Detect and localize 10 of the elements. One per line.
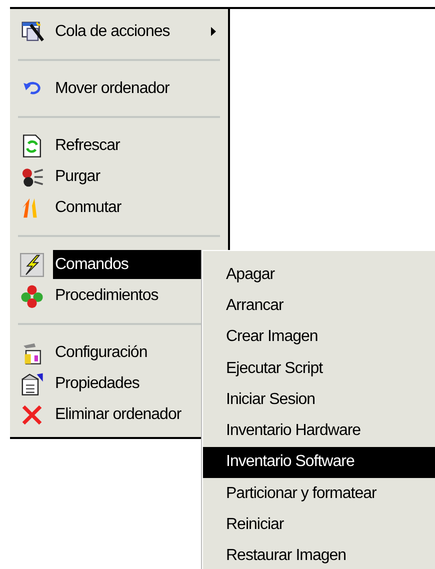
menu-item-label: Propiedades — [54, 374, 140, 394]
menu-item-label: Refrescar — [54, 136, 121, 156]
menu-item-label: Purgar — [54, 166, 102, 186]
menu-item-label: Cola de acciones — [54, 22, 171, 42]
menu-item-label: Eliminar ordenador — [54, 404, 182, 424]
menu-item-label: Conmutar — [54, 198, 122, 218]
menu-item-label: Mover ordenador — [54, 78, 170, 98]
menu-item-label: Comandos — [53, 250, 201, 279]
menu-item-label: Procedimientos — [54, 286, 160, 306]
menu-item-label: Configuración — [54, 342, 148, 362]
